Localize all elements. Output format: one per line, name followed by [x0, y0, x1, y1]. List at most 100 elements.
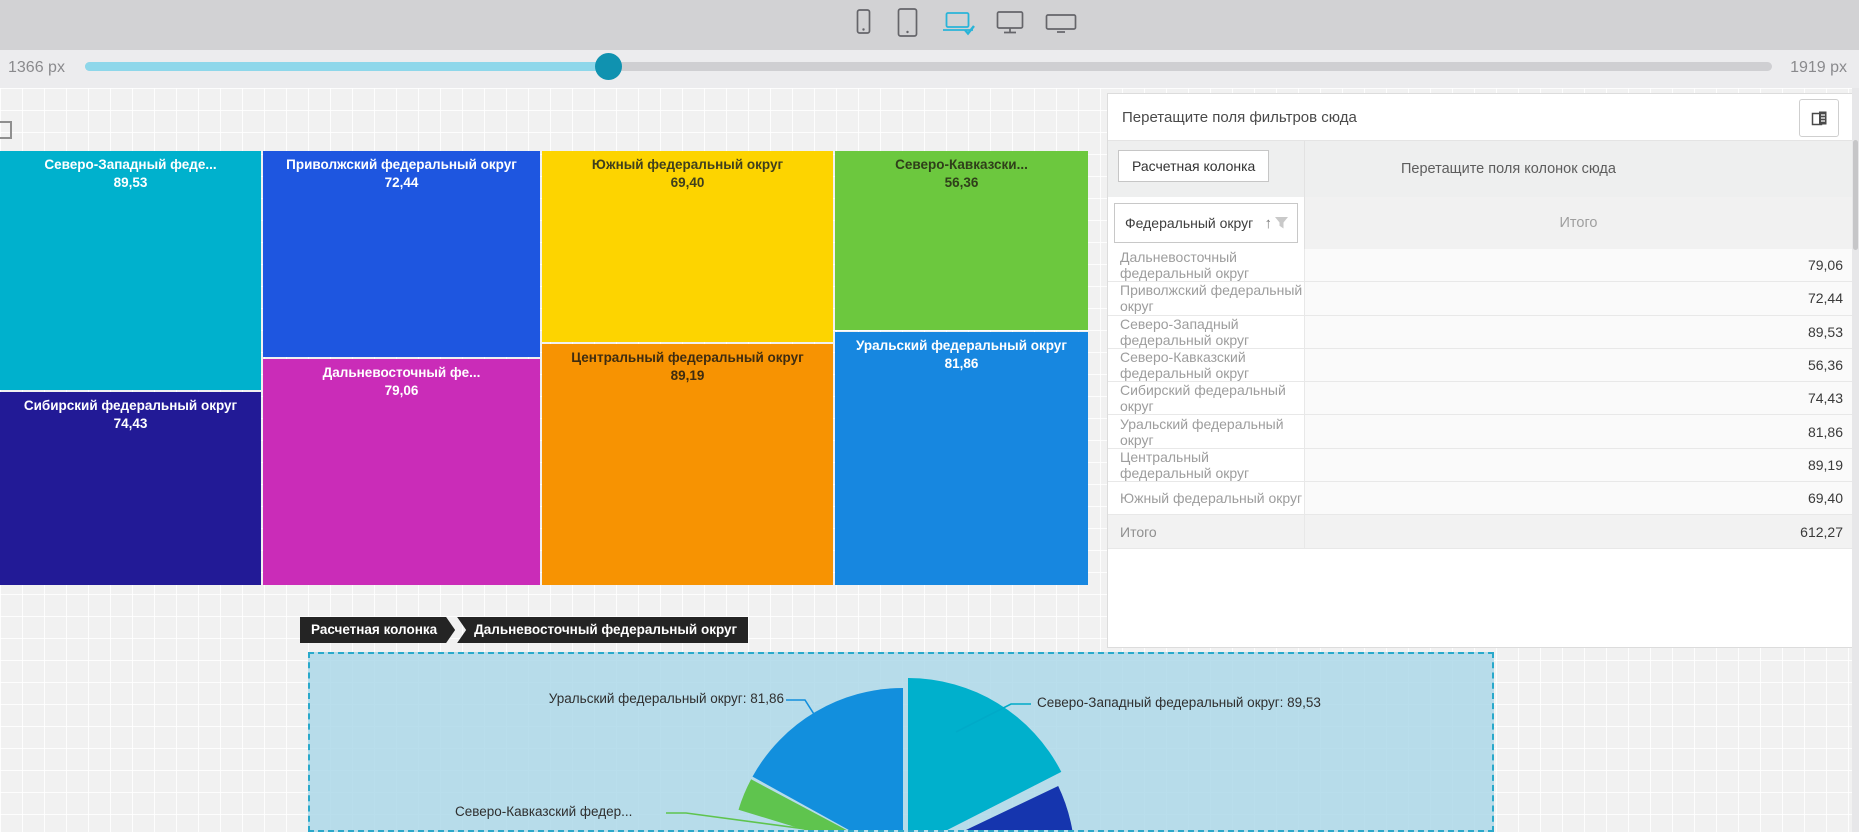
viewport-width-slider[interactable] — [85, 62, 1772, 71]
monitor-icon[interactable] — [994, 5, 1026, 41]
treemap-chart[interactable]: Северо-Западный феде... 89,53 Сибирский … — [0, 151, 1089, 585]
treemap-tile-label: Южный федеральный округ 69,40 — [542, 156, 833, 191]
tile-value: 89,53 — [0, 174, 261, 192]
table-total-row: Итого 612,27 — [1108, 515, 1852, 548]
filters-dropzone[interactable]: Перетащите поля фильтров сюда — [1108, 94, 1852, 141]
table-row[interactable]: Приволжский федеральный округ 72,44 — [1108, 282, 1852, 315]
row-value: 69,40 — [1304, 482, 1852, 514]
row-value: 56,36 — [1304, 349, 1852, 381]
tile-value: 81,86 — [835, 355, 1088, 373]
table-row[interactable]: Уральский федеральный округ 81,86 — [1108, 415, 1852, 448]
treemap-tile[interactable]: Южный федеральный округ 69,40 — [542, 151, 833, 342]
table-row[interactable]: Центральный федеральный округ 89,19 — [1108, 449, 1852, 482]
tile-value: 79,06 — [263, 382, 540, 400]
treemap-tile-label: Северо-Кавказски... 56,36 — [835, 156, 1088, 191]
treemap-tile-label: Центральный федеральный округ 89,19 — [542, 349, 833, 384]
row-name: Приволжский федеральный округ — [1108, 282, 1304, 314]
tile-value: 72,44 — [263, 174, 540, 192]
pie-chart-selection[interactable]: Уральский федеральный округ: 81,86 Север… — [308, 652, 1494, 832]
total-row-value: 612,27 — [1304, 515, 1852, 547]
laptop-icon[interactable] — [940, 5, 976, 41]
row-value: 89,19 — [1304, 449, 1852, 481]
filters-dropzone-label: Перетащите поля фильтров сюда — [1122, 94, 1357, 141]
treemap-tile[interactable]: Дальневосточный фе... 79,06 — [263, 359, 540, 585]
row-name: Северо-Западный федеральный округ — [1108, 316, 1304, 348]
row-field-select[interactable]: Федеральный округ ↑ — [1114, 203, 1298, 243]
tile-value: 56,36 — [835, 174, 1088, 192]
treemap-tile[interactable]: Северо-Западный феде... 89,53 — [0, 151, 261, 390]
pivot-builder-panel: Перетащите поля фильтров сюда Расчетная … — [1107, 93, 1853, 648]
row-value: 79,06 — [1304, 249, 1852, 281]
treemap-tile[interactable]: Приволжский федеральный округ 72,44 — [263, 151, 540, 357]
sort-arrow-up-icon[interactable]: ↑ — [1265, 215, 1273, 232]
dashboard-canvas: Северо-Западный феде... 89,53 Сибирский … — [0, 88, 1859, 832]
table-row[interactable]: Северо-Кавказский федеральный округ 56,3… — [1108, 349, 1852, 382]
slider-max-label: 1919 px — [1790, 50, 1847, 86]
vertical-scrollbar[interactable] — [1852, 88, 1859, 832]
tile-value: 89,19 — [542, 367, 833, 385]
device-buttons — [850, 5, 1078, 41]
treemap-tile[interactable]: Центральный федеральный округ 89,19 — [542, 344, 833, 585]
rows-dropzone[interactable]: Расчетная колонка — [1108, 141, 1304, 197]
pie-label: Северо-Кавказский федер... — [455, 804, 632, 819]
row-name: Северо-Кавказский федеральный округ — [1108, 349, 1304, 381]
breadcrumb-item: Дальневосточный федеральный округ — [457, 617, 748, 643]
tile-value: 69,40 — [542, 174, 833, 192]
row-value: 72,44 — [1304, 282, 1852, 314]
table-row[interactable]: Южный федеральный округ 69,40 — [1108, 482, 1852, 515]
breadcrumb: Расчетная колонка Дальневосточный федера… — [300, 617, 748, 643]
tile-name: Сибирский федеральный округ — [0, 397, 261, 415]
row-value: 81,86 — [1304, 415, 1852, 447]
row-name: Уральский федеральный округ — [1108, 415, 1304, 447]
treemap-tile-label: Уральский федеральный округ 81,86 — [835, 337, 1088, 372]
pivot-table-header: Федеральный округ ↑ Итого — [1108, 197, 1852, 249]
table-row[interactable]: Сибирский федеральный округ 74,43 — [1108, 382, 1852, 415]
table-row[interactable]: Дальневосточный федеральный округ 79,06 — [1108, 249, 1852, 282]
slider-min-label: 1366 px — [8, 50, 65, 86]
treemap-tile[interactable]: Сибирский федеральный округ 74,43 — [0, 392, 261, 585]
tile-value: 74,43 — [0, 415, 261, 433]
row-name: Дальневосточный федеральный округ — [1108, 249, 1304, 281]
pivot-table-body: Дальневосточный федеральный округ 79,06 … — [1108, 249, 1852, 549]
tile-name: Южный федеральный округ — [542, 156, 833, 174]
slider-handle[interactable] — [595, 53, 622, 80]
viewport-width-slider-row: 1366 px 1919 px — [0, 50, 1859, 88]
row-name: Сибирский федеральный округ — [1108, 382, 1304, 414]
columns-dropzone-label: Перетащите поля колонок сюда — [1401, 161, 1616, 177]
columns-dropzone[interactable]: Перетащите поля колонок сюда — [1304, 141, 1852, 197]
row-name: Южный федеральный округ — [1108, 482, 1304, 514]
pie-label: Уральский федеральный округ: 81,86 — [458, 691, 784, 706]
widescreen-icon[interactable] — [1044, 5, 1078, 41]
resize-handle-icon[interactable] — [0, 121, 12, 139]
tile-name: Уральский федеральный округ — [835, 337, 1088, 355]
fields-config-row: Расчетная колонка Перетащите поля колоно… — [1108, 141, 1852, 197]
tablet-icon[interactable] — [894, 5, 922, 41]
row-field-cell: Федеральный округ ↑ — [1108, 197, 1304, 249]
treemap-tile[interactable]: Северо-Кавказски... 56,36 — [835, 151, 1088, 330]
phone-icon[interactable] — [850, 5, 876, 41]
scrollbar-thumb[interactable] — [1853, 140, 1858, 250]
row-name: Центральный федеральный округ — [1108, 449, 1304, 481]
tile-name: Центральный федеральный округ — [542, 349, 833, 367]
total-row-name: Итого — [1108, 515, 1304, 547]
treemap-tile-label: Сибирский федеральный округ 74,43 — [0, 397, 261, 432]
filter-funnel-icon[interactable] — [1274, 216, 1289, 231]
pie-label: Северо-Западный федеральный округ: 89,53 — [1037, 695, 1321, 710]
table-row[interactable]: Северо-Западный федеральный округ 89,53 — [1108, 316, 1852, 349]
row-field-label: Федеральный округ — [1125, 215, 1265, 231]
treemap-tile[interactable]: Уральский федеральный округ 81,86 — [835, 332, 1088, 585]
row-value: 74,43 — [1304, 382, 1852, 414]
app-window: 1366 px 1919 px Северо-Западный феде... … — [0, 0, 1859, 832]
device-size-toolbar — [0, 0, 1859, 50]
tile-name: Северо-Западный феде... — [0, 156, 261, 174]
row-value: 89,53 — [1304, 316, 1852, 348]
slider-fill — [85, 62, 608, 71]
breadcrumb-item: Расчетная колонка — [300, 617, 455, 643]
total-column-header: Итого — [1304, 197, 1852, 249]
tile-name: Северо-Кавказски... — [835, 156, 1088, 174]
duplicate-icon[interactable] — [1799, 99, 1839, 137]
tile-name: Приволжский федеральный округ — [263, 156, 540, 174]
treemap-tile-label: Приволжский федеральный округ 72,44 — [263, 156, 540, 191]
treemap-tile-label: Северо-Западный феде... 89,53 — [0, 156, 261, 191]
row-field-chip[interactable]: Расчетная колонка — [1118, 150, 1269, 182]
